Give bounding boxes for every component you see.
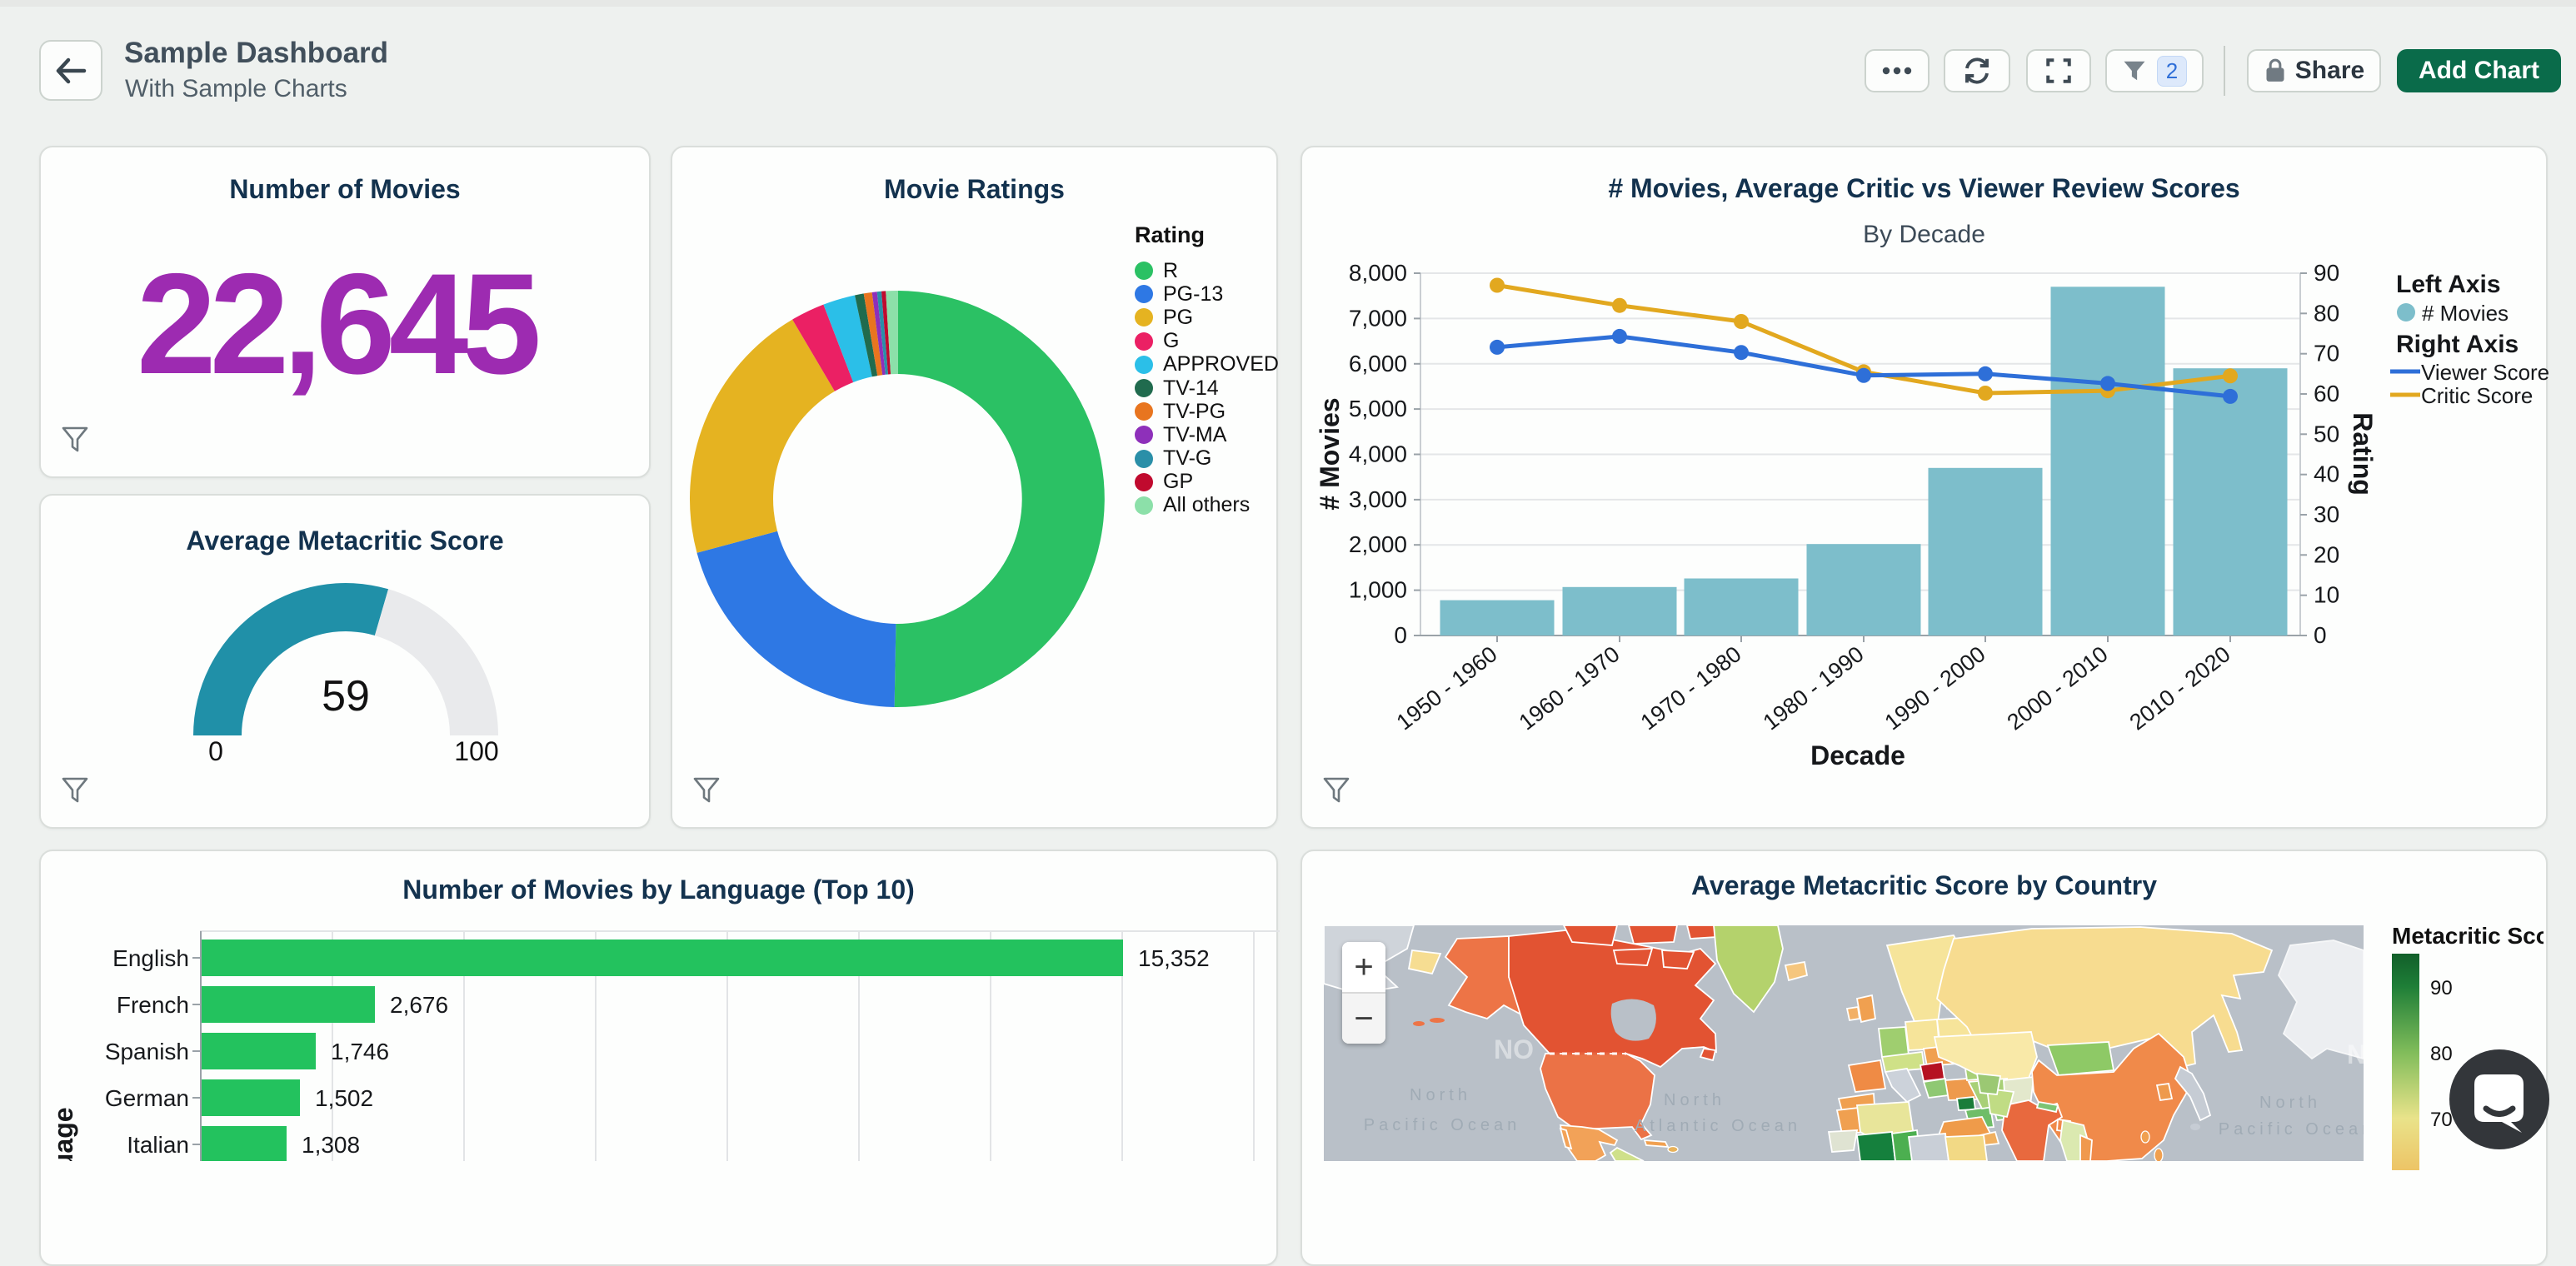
svg-text:7,000: 7,000 [1349, 305, 1407, 331]
svg-text:5,000: 5,000 [1349, 396, 1407, 421]
svg-text:Right Axis: Right Axis [2396, 331, 2519, 358]
svg-text:100: 100 [454, 736, 498, 766]
svg-text:North: North [1664, 1091, 1725, 1109]
svg-text:3,000: 3,000 [1349, 486, 1407, 512]
svg-text:60: 60 [2314, 381, 2339, 406]
svg-text:30: 30 [2314, 501, 2339, 527]
svg-text:1970 - 1980: 1970 - 1980 [1636, 641, 1746, 735]
svg-text:40: 40 [2314, 461, 2339, 487]
svg-text:Pacific Ocean: Pacific Ocean [2219, 1120, 2364, 1139]
svg-text:50: 50 [2314, 421, 2339, 446]
svg-text:10: 10 [2314, 582, 2339, 608]
svg-text:Italian: Italian [127, 1132, 189, 1158]
svg-text:6,000: 6,000 [1349, 351, 1407, 376]
svg-text:2,000: 2,000 [1349, 531, 1407, 557]
svg-text:90: 90 [2314, 260, 2339, 286]
svg-text:4,000: 4,000 [1349, 441, 1407, 467]
svg-text:15,352: 15,352 [1138, 945, 1210, 971]
svg-text:1950 - 1960: 1950 - 1960 [1392, 641, 1502, 735]
svg-text:Language: Language [48, 1107, 78, 1161]
svg-text:2,676: 2,676 [390, 992, 448, 1018]
svg-text:0: 0 [208, 736, 223, 766]
svg-text:1,746: 1,746 [331, 1039, 389, 1064]
svg-text:90: 90 [2430, 977, 2453, 999]
svg-text:Rating: Rating [2348, 412, 2378, 496]
svg-text:Atlantic Ocean: Atlantic Ocean [1635, 1117, 1801, 1135]
svg-text:20: 20 [2314, 541, 2339, 567]
svg-text:8,000: 8,000 [1349, 260, 1407, 286]
svg-text:North: North [2259, 1094, 2321, 1112]
svg-text:# Movies: # Movies [1315, 397, 1345, 510]
svg-text:German: German [105, 1085, 189, 1111]
svg-text:0: 0 [2314, 622, 2327, 648]
svg-text:1980 - 1990: 1980 - 1990 [1759, 641, 1869, 735]
svg-text:1990 - 2000: 1990 - 2000 [1880, 641, 1990, 735]
svg-text:1960 - 1970: 1960 - 1970 [1515, 641, 1625, 735]
svg-text:French: French [117, 992, 189, 1018]
svg-text:Left Axis: Left Axis [2396, 271, 2501, 298]
svg-text:2000 - 2010: 2000 - 2010 [2003, 641, 2113, 735]
svg-text:80: 80 [2314, 300, 2339, 326]
svg-text:North: North [1410, 1086, 1471, 1104]
svg-text:1,502: 1,502 [315, 1085, 373, 1111]
svg-text:1,308: 1,308 [302, 1132, 360, 1158]
svg-text:Viewer Score: Viewer Score [2421, 360, 2549, 385]
svg-text:N: N [2347, 1039, 2364, 1069]
svg-text:Spanish: Spanish [105, 1039, 189, 1064]
svg-text:59: 59 [322, 672, 370, 720]
svg-text:# Movies: # Movies [2422, 301, 2509, 326]
svg-text:0: 0 [1394, 622, 1407, 648]
svg-text:70: 70 [2314, 341, 2339, 366]
svg-text:NO: NO [1494, 1034, 1534, 1064]
svg-text:English: English [112, 945, 189, 971]
svg-text:Decade: Decade [1810, 740, 1905, 770]
svg-text:1,000: 1,000 [1349, 577, 1407, 603]
svg-text:Pacific Ocean: Pacific Ocean [1364, 1116, 1520, 1134]
svg-text:Critic Score: Critic Score [2421, 383, 2533, 408]
svg-text:2010 - 2020: 2010 - 2020 [2125, 641, 2235, 735]
